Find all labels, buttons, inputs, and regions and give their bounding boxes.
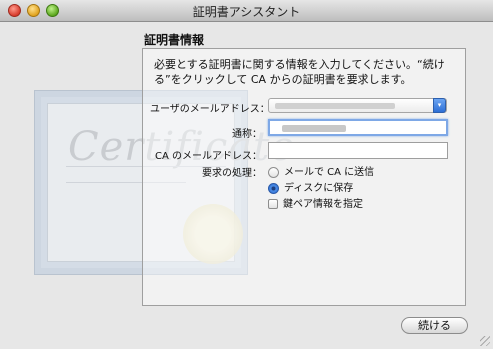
checkbox-box	[268, 199, 278, 209]
user-email-popup[interactable]: ▾	[268, 98, 447, 113]
request-method-label: 要求の処理：	[202, 168, 262, 179]
title-bar: 証明書アシスタント	[0, 0, 493, 22]
common-name-label: 通称：	[232, 129, 262, 140]
user-email-label: ユーザのメールアドレス：	[150, 104, 270, 115]
resize-grip-icon[interactable]	[480, 336, 490, 346]
certificate-assistant-window: 証明書アシスタント Certificate 証明書情報 必要とする証明書に関する…	[0, 0, 493, 349]
window-title: 証明書アシスタント	[192, 5, 301, 19]
ca-email-label: CA のメールアドレス：	[154, 151, 262, 162]
checkbox-specify-keypair[interactable]: 鍵ペア情報を指定	[268, 195, 363, 210]
user-email-value-redacted	[275, 103, 395, 109]
radio-label: メールで CA に送信	[284, 167, 375, 178]
popup-arrows-icon: ▾	[433, 98, 446, 113]
radio-save-to-disk[interactable]: ディスクに保存	[268, 179, 353, 194]
instructions-text: 必要とする証明書に関する情報を入力してください。“続ける”をクリックして CA …	[154, 58, 445, 86]
common-name-value-redacted	[282, 125, 346, 132]
common-name-field[interactable]	[268, 119, 448, 136]
checkbox-label: 鍵ペア情報を指定	[283, 199, 363, 210]
radio-button-on	[268, 182, 279, 194]
continue-button[interactable]: 続ける	[401, 317, 468, 334]
radio-button-off	[268, 166, 279, 178]
radio-label: ディスクに保存	[284, 183, 354, 194]
radio-email-to-ca[interactable]: メールで CA に送信	[268, 163, 374, 178]
section-title: 証明書情報	[144, 33, 205, 47]
ca-email-field[interactable]	[268, 142, 448, 159]
